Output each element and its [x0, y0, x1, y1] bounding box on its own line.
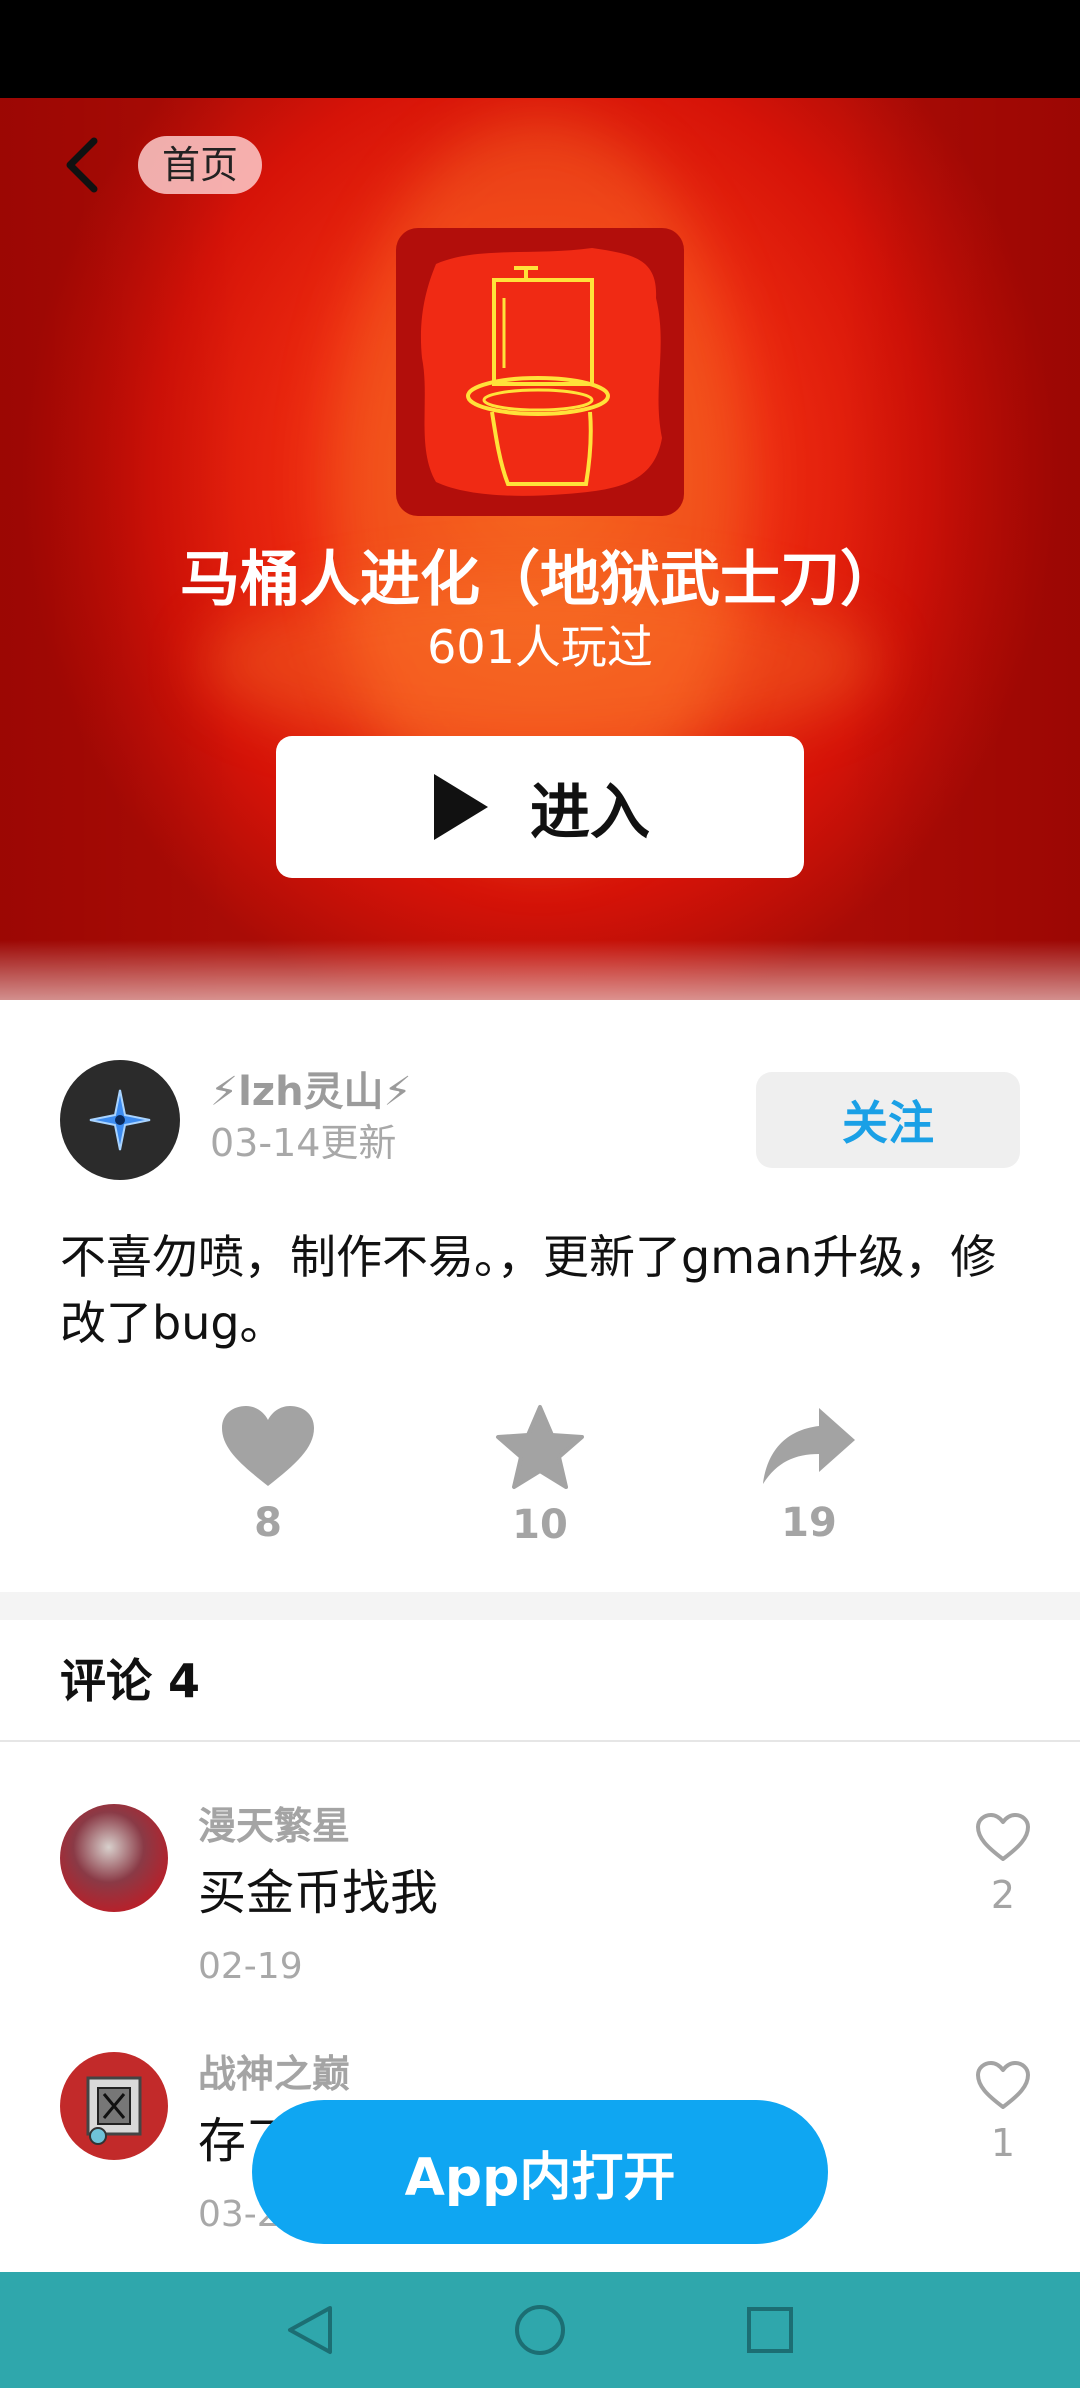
- comment-like-count: 1: [990, 2121, 1016, 2165]
- enter-label: 进入: [530, 777, 650, 848]
- comment-date: 02-19: [198, 1946, 303, 1987]
- comments-title: 评论 4: [60, 1654, 201, 1708]
- comment-like-button[interactable]: 2: [968, 1812, 1038, 1920]
- back-arrow-icon: [66, 137, 98, 193]
- like-action[interactable]: 8: [208, 1404, 328, 1548]
- comment-like-button[interactable]: 1: [968, 2060, 1038, 2168]
- nav-back-button[interactable]: [278, 2298, 342, 2362]
- star-icon: [496, 1405, 584, 1489]
- triangle-back-icon: [288, 2306, 332, 2354]
- heart-icon: [222, 1406, 314, 1486]
- favorite-count: 10: [512, 1502, 568, 1548]
- heart-outline-icon: [976, 1813, 1030, 1861]
- comments-divider: [0, 1740, 1080, 1742]
- heart-outline-icon: [976, 2061, 1030, 2109]
- shuriken-icon: [89, 1089, 151, 1151]
- game-icon: [396, 228, 684, 516]
- comment-like-count: 2: [990, 1873, 1016, 1917]
- nav-recents-button[interactable]: [738, 2298, 802, 2362]
- game-title: 马桶人进化（地狱武士刀）: [180, 545, 900, 615]
- author-update-date: 03-14更新: [210, 1121, 397, 1165]
- share-icon: [763, 1408, 855, 1484]
- share-count: 19: [781, 1500, 837, 1546]
- status-bar: [0, 0, 1080, 98]
- like-count: 8: [254, 1500, 282, 1546]
- section-divider: [0, 1592, 1080, 1620]
- comment-avatar[interactable]: [60, 1804, 168, 1912]
- comment-avatar[interactable]: [60, 2052, 168, 2160]
- favorite-action[interactable]: 10: [480, 1404, 600, 1550]
- open-in-app-button[interactable]: App内打开: [252, 2100, 828, 2244]
- author-name[interactable]: ⚡lzh灵山⚡: [210, 1064, 412, 1120]
- home-link[interactable]: 首页: [138, 136, 263, 194]
- circle-home-icon: [515, 2305, 565, 2355]
- nav-home-button[interactable]: [508, 2298, 572, 2362]
- follow-button[interactable]: 关注: [756, 1072, 1020, 1168]
- comment-text: 买金币找我: [198, 1865, 439, 1921]
- share-action[interactable]: 19: [749, 1404, 869, 1548]
- play-count: 601人玩过: [427, 620, 653, 674]
- author-avatar[interactable]: [60, 1060, 180, 1180]
- comment-username[interactable]: 战神之巅: [198, 2048, 350, 2100]
- enter-game-button[interactable]: 进入: [276, 736, 804, 878]
- game-description: 不喜勿喷，制作不易。，更新了gman升级，修改了bug。: [60, 1230, 997, 1350]
- comment-username[interactable]: 漫天繁星: [198, 1800, 350, 1852]
- square-recents-icon: [747, 2307, 793, 2353]
- back-button[interactable]: [52, 130, 112, 200]
- play-icon: [434, 774, 488, 840]
